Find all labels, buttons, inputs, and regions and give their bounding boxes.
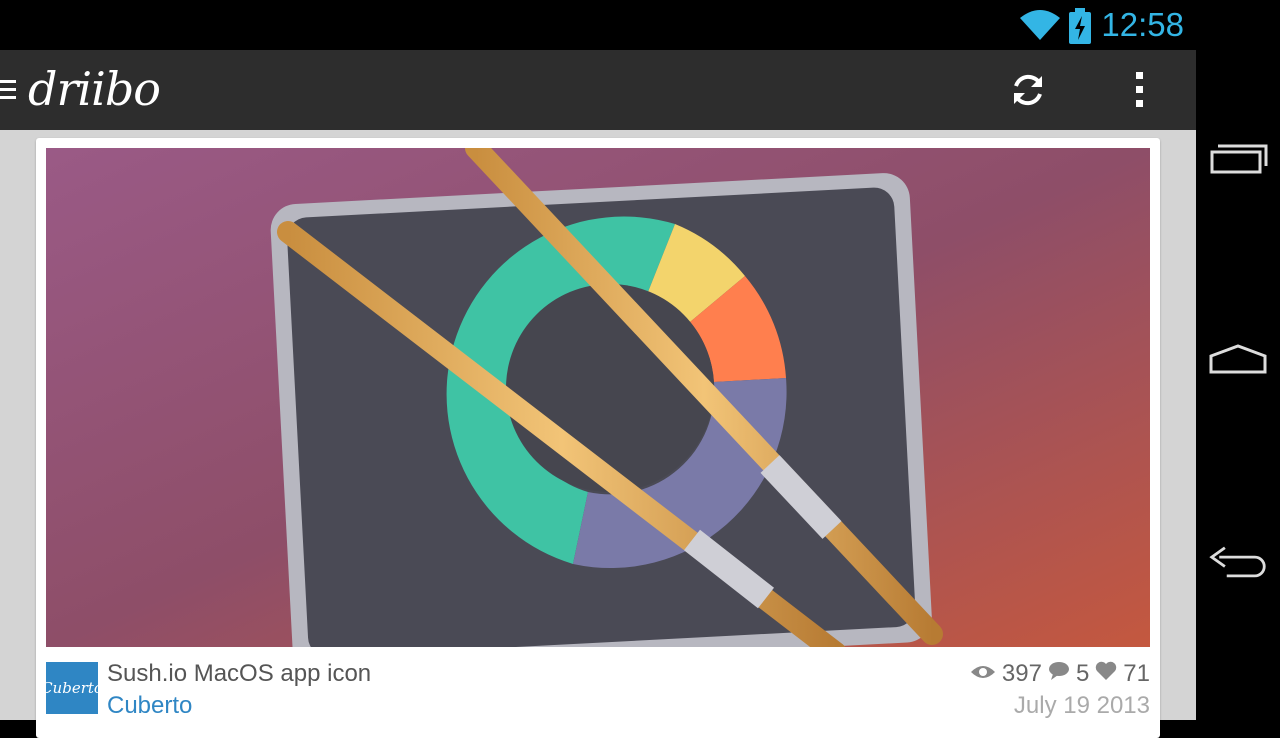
status-clock: 12:58 [1101, 6, 1184, 43]
app-bar: driibo [0, 50, 1196, 130]
shot-stats: 397 5 71 [970, 660, 1150, 688]
views-count: 397 [1001, 660, 1042, 687]
likes-stat: 71 [1095, 660, 1150, 688]
views-stat: 397 [970, 660, 1042, 688]
overflow-menu-icon[interactable] [1128, 70, 1152, 114]
shot-title[interactable]: Sush.io MacOS app icon [107, 660, 371, 688]
home-icon[interactable] [1208, 334, 1268, 384]
menu-icon[interactable] [0, 78, 18, 106]
system-nav-bar [1196, 0, 1280, 720]
comment-icon [1048, 660, 1070, 688]
heart-icon [1095, 660, 1117, 688]
back-icon[interactable] [1208, 534, 1268, 584]
recent-apps-icon[interactable] [1208, 134, 1268, 184]
shot-card[interactable]: Cuberto Sush.io MacOS app icon Cuberto 3… [36, 138, 1160, 738]
eye-icon [970, 660, 996, 688]
avatar-logo-text: Cuberto [41, 679, 103, 697]
author-name[interactable]: Cuberto [107, 692, 192, 720]
comments-stat: 5 [1048, 660, 1089, 688]
refresh-icon[interactable] [1008, 70, 1048, 114]
comments-count: 5 [1075, 660, 1090, 687]
shot-image[interactable] [46, 148, 1150, 647]
likes-count: 71 [1123, 660, 1150, 687]
shot-date: July 19 2013 [1013, 692, 1150, 719]
battery-charging-icon [1068, 8, 1092, 48]
shots-feed[interactable]: Cuberto Sush.io MacOS app icon Cuberto 3… [0, 130, 1196, 738]
status-bar: 12:58 [0, 0, 1196, 50]
app-logo[interactable]: driibo [28, 62, 161, 116]
author-avatar[interactable]: Cuberto [41, 662, 103, 714]
wifi-icon [1018, 8, 1062, 46]
